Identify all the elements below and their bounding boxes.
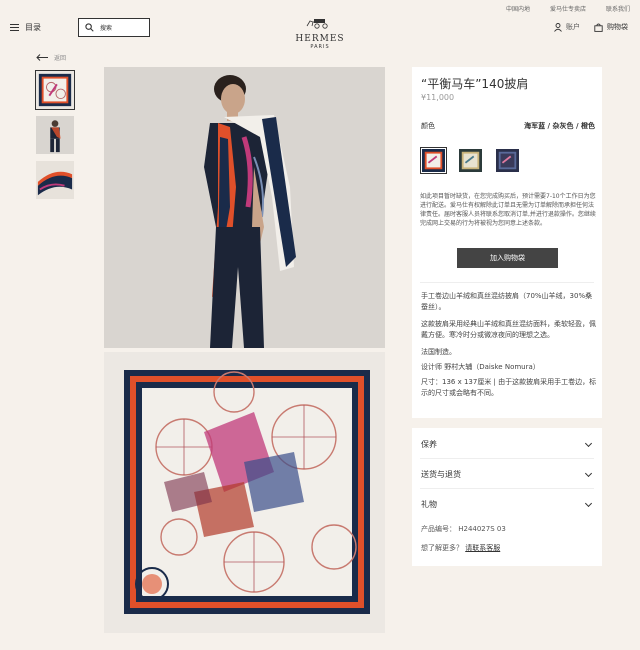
color-label: 颜色 [421, 122, 435, 130]
shopping-bag-button[interactable]: 购物袋 [594, 22, 628, 32]
help-text: 想了解更多？ 请联系客服 [421, 543, 500, 553]
color-selector-header: 颜色 海军蓝 / 杂灰色 / 橙色 [421, 121, 595, 131]
contact-link[interactable]: 联系我们 [606, 4, 630, 13]
carriage-logo-icon [306, 19, 328, 29]
color-swatches [420, 147, 521, 174]
thumbnail-list [35, 70, 75, 205]
product-title: “平衡马车”140披肩 [421, 77, 529, 91]
accordion-panel: 保养 送货与退货 礼物 产品编号： H244027S 03 想了解更多？ 请联系… [412, 428, 602, 566]
desc-origin: 法国制造。 [421, 348, 456, 356]
search-icon [85, 23, 94, 32]
thumbnail-scarf[interactable] [35, 70, 75, 110]
chevron-down-icon [584, 439, 593, 447]
accordion-shipping-label: 送货与退货 [421, 470, 461, 479]
stock-notice: 如此项目暂时缺货，在您完成购买后，预计需要7-10个工作日为您进行配送。爱马仕有… [420, 193, 596, 227]
logo-brand-text: HERMES [295, 34, 345, 44]
selected-color: 海军蓝 / 杂灰色 / 橙色 [524, 122, 595, 130]
menu-label: 目录 [25, 23, 41, 32]
bag-label: 购物袋 [607, 23, 628, 31]
back-label: 返回 [54, 55, 67, 62]
desc-size: 尺寸：136 x 137厘米 | 由于这款披肩采用手工卷边，标示的尺寸或会略有不… [421, 378, 597, 397]
store-link[interactable]: 爱马仕专卖店 [550, 4, 586, 13]
accordion-gift-label: 礼物 [421, 500, 437, 509]
account-button[interactable]: 账户 [554, 22, 580, 32]
desc-details: 这款披肩采用经典山羊绒和真丝混纺面料，柔软轻盈，佩戴方便。寒冷时分或微凉夜间的理… [421, 320, 596, 339]
logo-city-text: PARIS [310, 44, 330, 50]
product-scarf-image[interactable] [104, 352, 385, 633]
menu-button[interactable]: 目录 [10, 22, 41, 33]
add-to-bag-button[interactable]: 加入购物袋 [457, 248, 558, 268]
utility-bar: 中国内地 爱马仕专卖店 联系我们 [506, 4, 630, 13]
product-sku: 产品编号： H244027S 03 [421, 525, 506, 533]
hamburger-icon [10, 24, 19, 31]
back-link[interactable]: 返回 [36, 53, 66, 62]
swatch-navy-grey-orange[interactable] [420, 147, 447, 174]
product-model-image[interactable] [104, 67, 385, 348]
arrow-left-icon [36, 54, 48, 61]
brand-logo[interactable]: HERMES PARIS [295, 14, 345, 50]
swatch-variant-2[interactable] [457, 147, 484, 174]
accordion-care-label: 保养 [421, 440, 437, 449]
thumbnail-model[interactable] [35, 115, 75, 155]
product-price: ¥11,000 [421, 93, 455, 102]
bag-icon [594, 23, 603, 32]
account-label: 账户 [566, 23, 580, 31]
accordion-shipping[interactable]: 送货与退货 [421, 469, 595, 480]
search-input[interactable]: 搜索 [78, 18, 150, 37]
site-header: 目录 搜索 HERMES PARIS 账户 购物袋 [0, 14, 640, 50]
search-placeholder: 搜索 [100, 25, 113, 32]
divider [420, 282, 594, 283]
user-icon [554, 22, 562, 32]
chevron-down-icon [584, 499, 593, 507]
desc-material: 手工卷边山羊绒和真丝混纺披肩（70%山羊绒，30%桑蚕丝）。 [421, 292, 593, 311]
divider [420, 458, 594, 459]
contact-service-link[interactable]: 请联系客服 [465, 544, 500, 552]
divider [420, 488, 594, 489]
product-description: 手工卷边山羊绒和真丝混纺披肩（70%山羊绒，30%桑蚕丝）。 这款披肩采用经典山… [421, 291, 597, 405]
chevron-down-icon [584, 469, 593, 477]
accordion-care[interactable]: 保养 [421, 439, 595, 450]
accordion-gift[interactable]: 礼物 [421, 499, 595, 510]
swatch-variant-3[interactable] [494, 147, 521, 174]
thumbnail-folded[interactable] [35, 160, 75, 200]
help-prefix: 想了解更多？ [421, 544, 463, 552]
product-info-panel: “平衡马车”140披肩 ¥11,000 颜色 海军蓝 / 杂灰色 / 橙色 如此… [412, 67, 602, 418]
desc-designer: 设计师 野村大辅（Daiske Nomura） [421, 363, 540, 371]
region-link[interactable]: 中国内地 [506, 4, 530, 13]
